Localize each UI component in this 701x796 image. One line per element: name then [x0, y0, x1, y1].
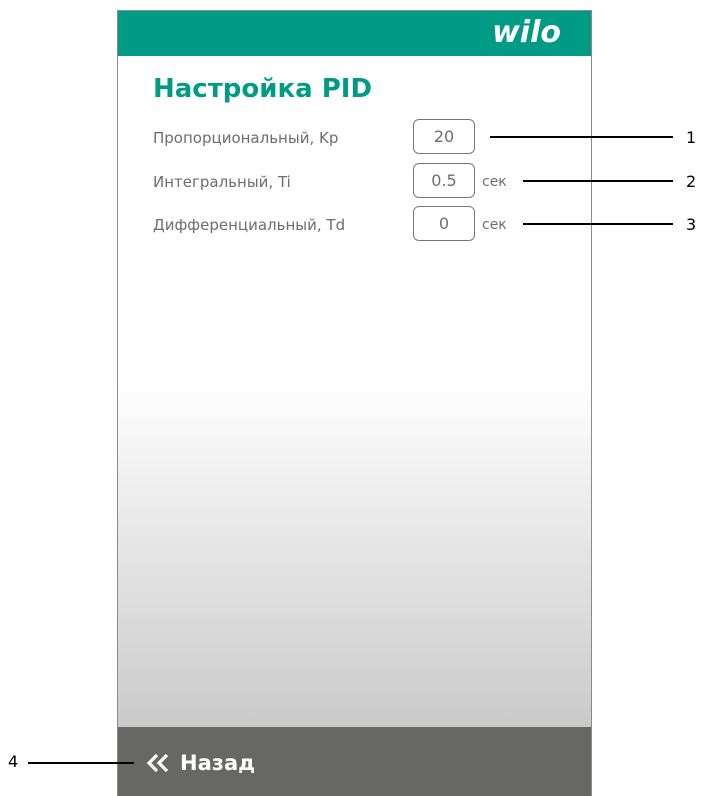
ti-unit: сек [482, 174, 507, 190]
footer-bar: Назад [118, 727, 591, 796]
header-bar: wilo [118, 11, 591, 56]
kp-value-field[interactable]: 20 [413, 119, 475, 154]
callout-line-3 [523, 223, 673, 225]
ti-label: Интегральный, Ti [153, 173, 291, 191]
callout-number-4: 4 [8, 752, 19, 771]
callout-number-1: 1 [686, 128, 697, 147]
ti-value-field[interactable]: 0.5 [413, 163, 475, 198]
back-button[interactable]: Назад [146, 747, 255, 779]
td-unit: сек [482, 217, 507, 233]
double-chevron-left-icon [146, 753, 172, 773]
kp-label: Пропорциональный, Kp [153, 129, 339, 147]
brand-logo: wilo [492, 15, 561, 50]
callout-line-1 [490, 136, 673, 138]
callout-line-4 [28, 762, 134, 764]
callout-number-3: 3 [686, 215, 697, 234]
back-label: Назад [180, 751, 256, 775]
td-label: Дифференциальный, Td [153, 216, 346, 234]
device-screen: wilo Настройка PID Пропорциональный, Kp … [117, 10, 592, 796]
callout-number-2: 2 [686, 172, 697, 191]
page-title: Настройка PID [153, 74, 373, 104]
td-value-field[interactable]: 0 [413, 206, 475, 241]
callout-line-2 [523, 180, 673, 182]
